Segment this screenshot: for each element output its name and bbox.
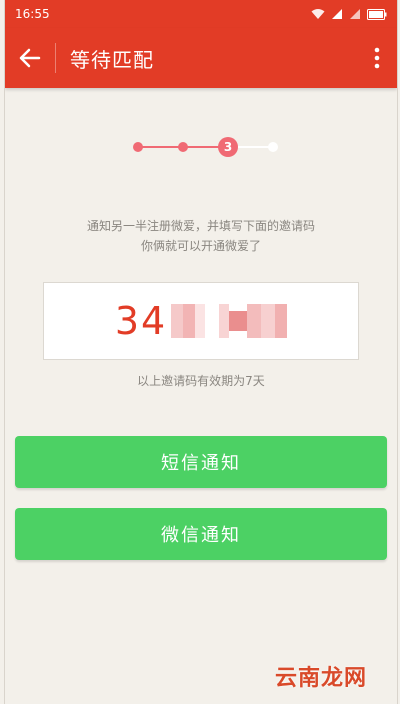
status-bar: 16:55 [5, 0, 397, 28]
status-icons [311, 8, 387, 20]
step-line-pending [233, 146, 273, 148]
instruction-line-1: 通知另一半注册微爱，并填写下面的邀请码 [86, 219, 315, 233]
app-bar-divider [55, 43, 56, 73]
step-4-dot [268, 142, 278, 152]
blur-gap [205, 304, 220, 338]
step-number: 3 [223, 140, 233, 154]
wechat-notify-button[interactable]: 微信通知 [15, 508, 387, 560]
blur-pixel [229, 311, 248, 331]
blur-pixel [183, 304, 196, 338]
status-time: 16:55 [15, 7, 50, 21]
progress-stepper: 3 [133, 137, 283, 157]
instruction-line-2: 你俩就可以开通微爱了 [140, 239, 261, 253]
blur-pixel [219, 304, 230, 338]
battery-icon [367, 8, 387, 20]
step-2-dot [178, 142, 188, 152]
invite-code-text: 34 [114, 299, 168, 343]
page-title: 等待匹配 [70, 47, 154, 72]
step-3-current: 3 [218, 137, 238, 157]
step-1-dot [133, 142, 143, 152]
blur-pixel [275, 304, 288, 338]
invite-code-obscured [171, 304, 288, 338]
site-watermark: 云南龙网 [274, 665, 367, 691]
signal-icon [332, 9, 342, 19]
back-button[interactable] [5, 28, 55, 88]
validity-note: 以上邀请码有效期为7天 [137, 374, 265, 388]
blur-pixel [171, 304, 184, 338]
more-vertical-icon [374, 47, 380, 69]
signal-2-icon [350, 9, 360, 19]
sms-notify-button[interactable]: 短信通知 [15, 436, 387, 488]
wifi-icon [311, 9, 325, 19]
blur-pixel [247, 304, 262, 338]
invite-code-box: 34 [43, 282, 359, 360]
overflow-menu-button[interactable] [357, 28, 397, 88]
app-bar: 等待匹配 [5, 28, 397, 88]
blur-pixel [261, 304, 276, 338]
arrow-back-icon [19, 48, 41, 68]
instructions: 通知另一半注册微爱，并填写下面的邀请码 你俩就可以开通微爱了 [5, 216, 397, 256]
blur-pixel [195, 304, 206, 338]
app-screen: 16:55 等待匹配 3 通知另一半注册微爱，并填写下面的邀请码 你俩就可以开通… [4, 0, 398, 704]
